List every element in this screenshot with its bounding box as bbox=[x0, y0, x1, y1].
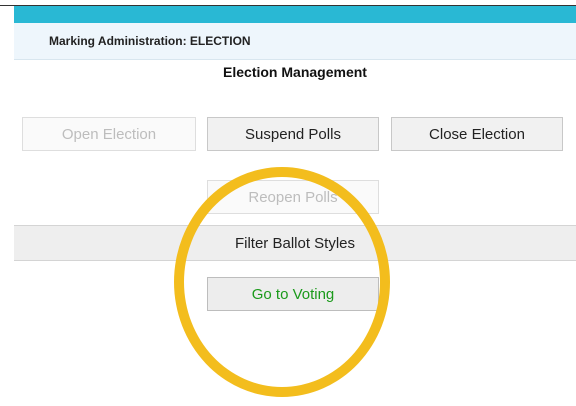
reopen-polls-button[interactable]: Reopen Polls bbox=[207, 180, 379, 214]
suspend-polls-button[interactable]: Suspend Polls bbox=[207, 117, 379, 151]
admin-header-title: Marking Administration: ELECTION bbox=[49, 34, 251, 48]
section-title: Election Management bbox=[223, 64, 367, 80]
admin-header: Marking Administration: ELECTION bbox=[14, 23, 576, 60]
filter-ballot-styles-bar[interactable]: Filter Ballot Styles bbox=[14, 225, 576, 261]
app-top-bar bbox=[14, 6, 576, 23]
close-election-button[interactable]: Close Election bbox=[391, 117, 563, 151]
filter-ballot-styles-label: Filter Ballot Styles bbox=[234, 234, 356, 252]
go-to-voting-button[interactable]: Go to Voting bbox=[207, 277, 379, 311]
open-election-button[interactable]: Open Election bbox=[22, 117, 196, 151]
